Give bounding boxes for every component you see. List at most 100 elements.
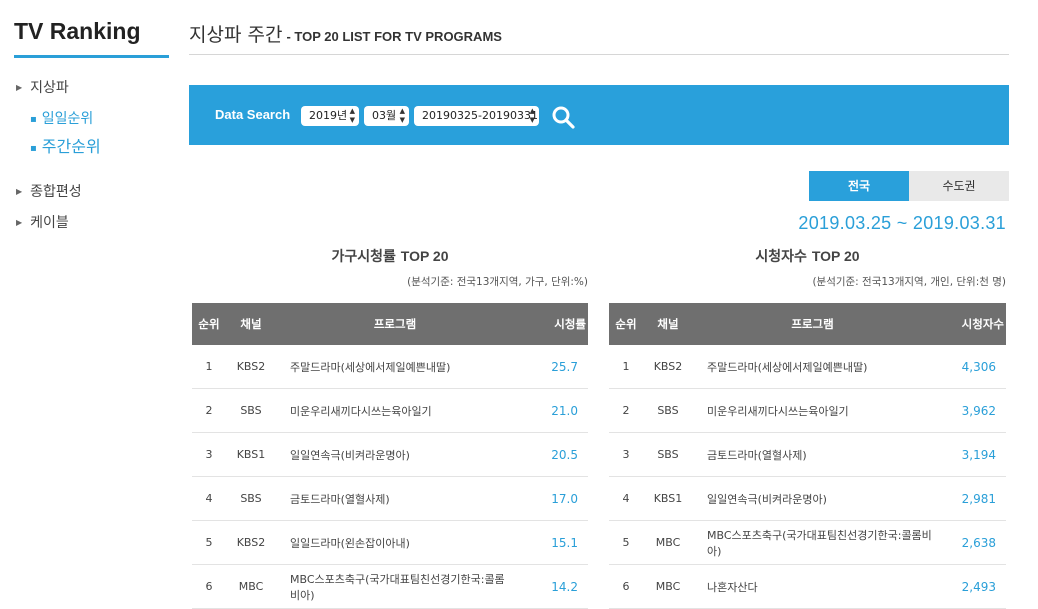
caret-right-icon: ▶ [16,83,23,92]
rating-cell: 20.5 [514,432,588,477]
year-select[interactable]: 2019년 ▲ ▼ [301,106,359,126]
sidebar-subitem-weekly[interactable]: ▪ 주간순위 [30,133,101,157]
viewers-title: 시청자수 TOP 20 [609,244,1006,268]
table-row: 5 MBC MBC스포츠축구(국가대표팀친선경기한국:콜롬비아) 2,638 [609,520,1006,565]
table-row: 6 MBC MBC스포츠축구(국가대표팀친선경기한국:콜롬비아) 14.2 [192,564,588,609]
viewers-note: (분석기준: 전국13개지역, 개인, 단위:천 명) [812,276,1006,288]
program-cell: 주말드라마(세상에서제일예쁜내딸) [276,345,514,389]
channel-cell: SBS [226,476,276,521]
rank-cell: 4 [192,476,226,521]
viewers-title-en: TOP 20 [811,248,860,264]
col-program: 프로그램 [693,303,932,345]
week-select[interactable]: 20190325-20190331 ▲ ▼ [414,106,539,126]
channel-cell: MBC [643,520,693,565]
rank-cell: 3 [609,432,643,477]
viewers-cell: 2,493 [932,564,1006,609]
viewers-cell: 2,981 [932,476,1006,521]
table-row: 1 KBS2 주말드라마(세상에서제일예쁜내딸) 4,306 [609,345,1006,389]
col-channel: 채널 [226,303,276,345]
channel-cell: MBC [643,564,693,609]
rank-cell: 5 [609,520,643,565]
rating-cell: 14.2 [514,564,588,609]
updown-arrow-icon: ▲ ▼ [349,107,355,124]
col-channel: 채널 [643,303,693,345]
household-title-en: TOP 20 [400,248,449,264]
month-select[interactable]: 03월 ▲ ▼ [364,106,409,126]
sidebar-subitem-label: 일일순위 [41,111,94,127]
rank-cell: 1 [192,345,226,389]
viewers-title-ko: 시청자수 [755,249,807,265]
rank-cell: 1 [609,345,643,389]
rank-cell: 6 [609,564,643,609]
tab-nationwide[interactable]: 전국 [809,171,909,201]
program-cell: 금토드라마(열혈사제) [276,476,514,521]
rating-cell: 21.0 [514,388,588,433]
sidebar-subitem-daily[interactable]: ▪ 일일순위 [30,108,93,128]
program-cell: 금토드라마(열혈사제) [693,432,932,477]
page-title: 지상파 주간 - TOP 20 LIST FOR TV PROGRAMS [189,20,1009,55]
sidebar-item-terrestrial[interactable]: ▶ 지상파 [16,77,69,97]
program-cell: 미운우리새끼다시쓰는육아일기 [276,388,514,433]
household-title-ko: 가구시청률 [331,249,396,265]
program-cell: 나혼자산다 [693,564,932,609]
caret-right-icon: ▶ [16,187,23,196]
month-select-value: 03월 [372,109,397,122]
viewers-cell: 2,638 [932,520,1006,565]
channel-cell: KBS1 [643,476,693,521]
program-cell: 일일연속극(비켜라운명아) [693,476,932,521]
sidebar-item-label: 종합편성 [30,184,82,200]
viewers-cell: 3,962 [932,388,1006,433]
channel-cell: MBC [226,564,276,609]
household-rating-table: 순위 채널 프로그램 시청률 1 KBS2 주말드라마(세상에서제일예쁜내딸) … [192,303,588,609]
page-title-ko: 지상파 주간 [189,24,283,46]
program-cell: MBC스포츠축구(국가대표팀친선경기한국:콜롬비아) [276,564,514,609]
page-title-en: - TOP 20 LIST FOR TV PROGRAMS [286,29,502,44]
program-cell: MBC스포츠축구(국가대표팀친선경기한국:콜롬비아) [693,520,932,565]
program-cell: 미운우리새끼다시쓰는육아일기 [693,388,932,433]
updown-arrow-icon: ▲ ▼ [399,107,405,124]
sidebar-title: TV Ranking [14,18,169,58]
caret-right-icon: ▶ [16,218,23,227]
table-row: 1 KBS2 주말드라마(세상에서제일예쁜내딸) 25.7 [192,345,588,389]
table-row: 3 SBS 금토드라마(열혈사제) 3,194 [609,432,1006,477]
table-row: 4 KBS1 일일연속극(비켜라운명아) 2,981 [609,476,1006,521]
table-row: 6 MBC 나혼자산다 2,493 [609,564,1006,609]
household-rating-panel: 가구시청률 TOP 20 (분석기준: 전국13개지역, 가구, 단위:%) 순… [192,244,588,609]
household-note: (분석기준: 전국13개지역, 가구, 단위:%) [407,276,588,288]
channel-cell: SBS [643,432,693,477]
sidebar-item-cable[interactable]: ▶ 케이블 [16,212,69,232]
channel-cell: KBS2 [226,520,276,565]
table-row: 2 SBS 미운우리새끼다시쓰는육아일기 21.0 [192,388,588,433]
channel-cell: SBS [226,388,276,433]
table-header-row: 순위 채널 프로그램 시청자수 [609,303,1006,345]
rank-cell: 2 [609,388,643,433]
channel-cell: KBS1 [226,432,276,477]
col-rating: 시청률 [514,303,588,345]
search-icon[interactable] [551,105,575,129]
date-range: 2019.03.25 ~ 2019.03.31 [798,213,1006,233]
sidebar-item-general[interactable]: ▶ 종합편성 [16,181,82,201]
rating-cell: 15.1 [514,520,588,565]
channel-cell: SBS [643,388,693,433]
table-header-row: 순위 채널 프로그램 시청률 [192,303,588,345]
sidebar-item-label: 지상파 [30,80,69,96]
rank-cell: 4 [609,476,643,521]
col-rank: 순위 [192,303,226,345]
col-program: 프로그램 [276,303,514,345]
tab-capital-area[interactable]: 수도권 [909,171,1009,201]
bullet-icon: ▪ [30,114,37,125]
viewers-panel: 시청자수 TOP 20 (분석기준: 전국13개지역, 개인, 단위:천 명) … [609,244,1006,609]
channel-cell: KBS2 [226,345,276,389]
sidebar-item-label: 케이블 [30,215,69,231]
rank-cell: 2 [192,388,226,433]
table-row: 2 SBS 미운우리새끼다시쓰는육아일기 3,962 [609,388,1006,433]
viewers-cell: 3,194 [932,432,1006,477]
data-search-bar: Data Search 2019년 ▲ ▼ 03월 ▲ ▼ 20190325-201… [189,85,1009,145]
program-cell: 주말드라마(세상에서제일예쁜내딸) [693,345,932,389]
channel-cell: KBS2 [643,345,693,389]
viewers-cell: 4,306 [932,345,1006,389]
col-rank: 순위 [609,303,643,345]
data-search-label: Data Search [215,107,291,122]
program-cell: 일일드라마(왼손잡이아내) [276,520,514,565]
program-cell: 일일연속극(비켜라운명아) [276,432,514,477]
